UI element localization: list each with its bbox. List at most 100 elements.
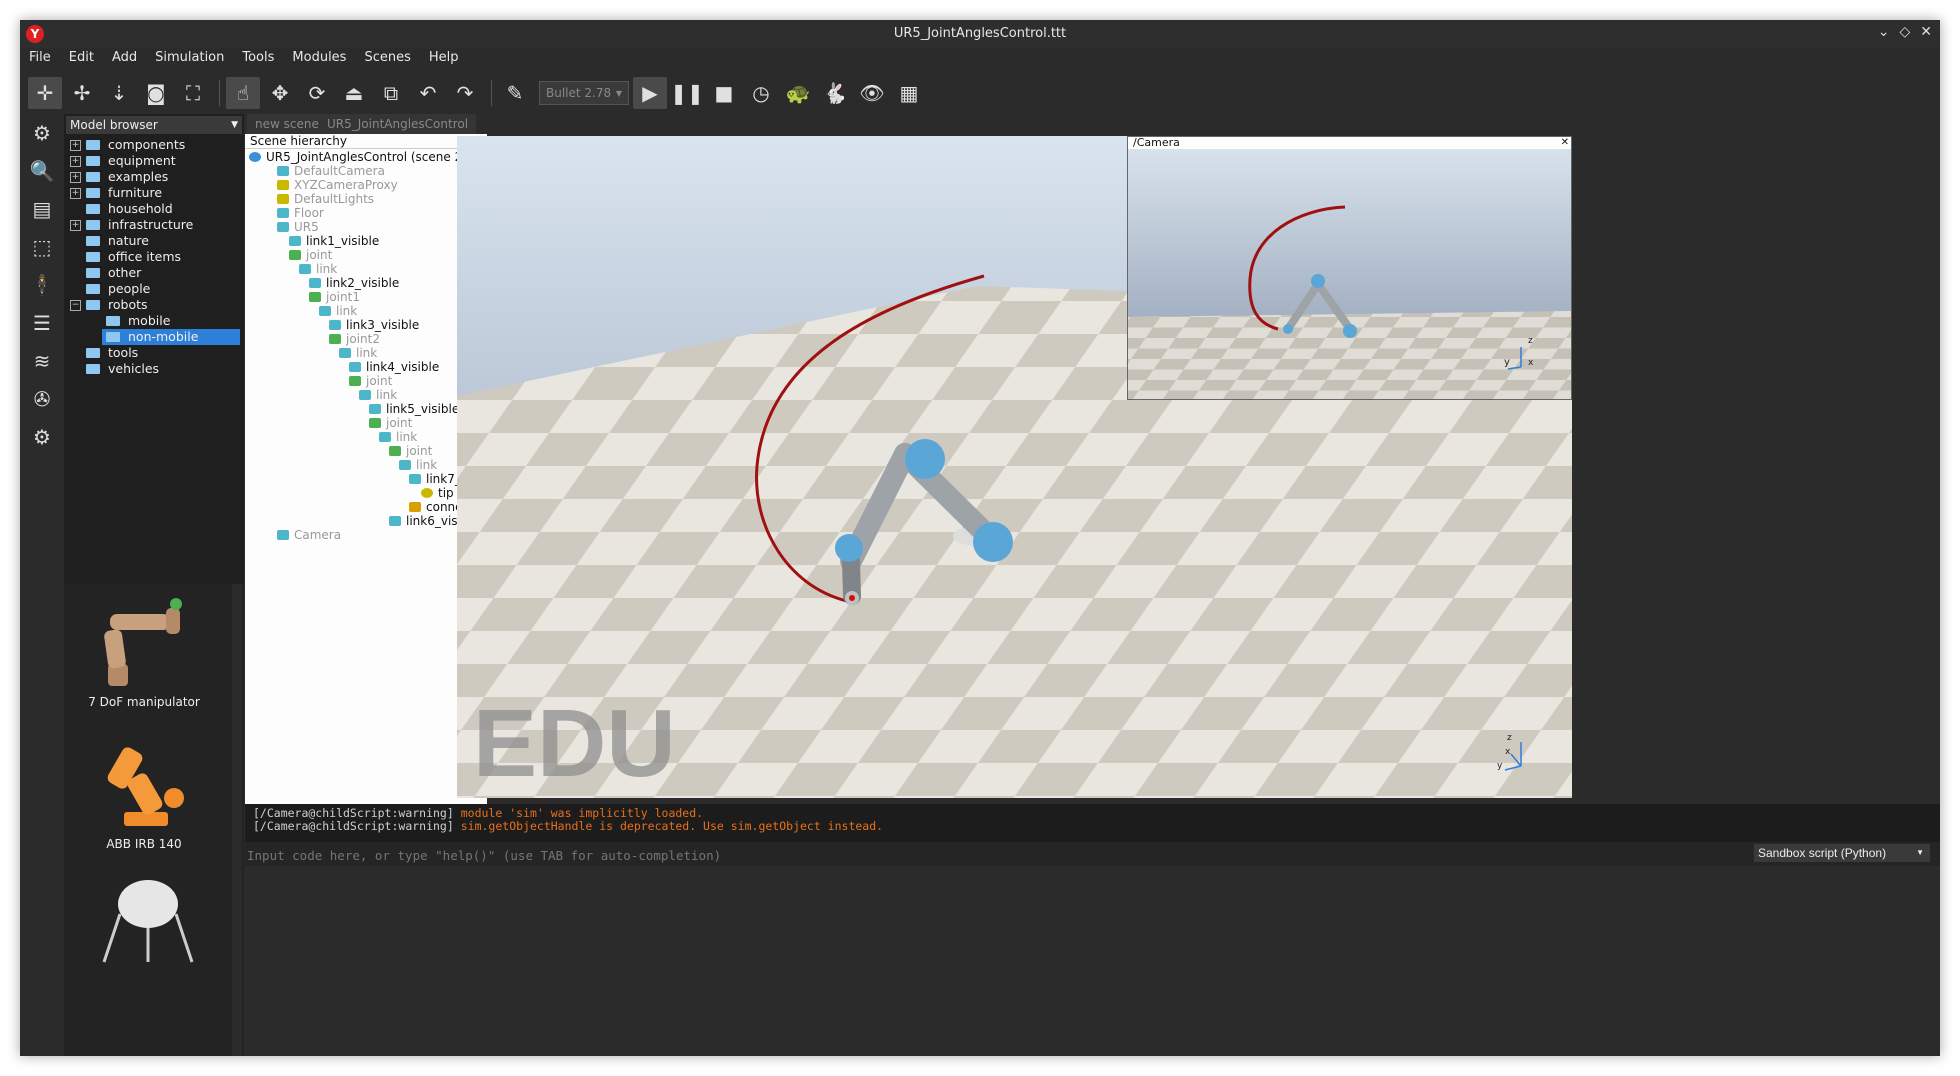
tab-ur5-scene[interactable]: UR5_JointAnglesControl (319, 114, 477, 134)
script-selector[interactable]: Sandbox script (Python) ▼ (1754, 844, 1930, 862)
hierarchy-item[interactable]: link3_visible (329, 318, 419, 332)
hierarchy-item[interactable]: DefaultLights (277, 192, 374, 206)
assemble-icon[interactable]: ⏏ (337, 77, 371, 109)
hierarchy-item[interactable]: joint (349, 374, 392, 388)
person-icon[interactable]: 🕴 (20, 266, 64, 304)
hierarchy-item[interactable]: link (339, 346, 377, 360)
menu-modules[interactable]: Modules (283, 48, 355, 70)
menu-edit[interactable]: Edit (60, 48, 103, 70)
model-browser-select[interactable]: Model browser ▼ (66, 116, 242, 134)
hierarchy-item[interactable]: Floor (277, 206, 324, 220)
zoom-icon[interactable]: 🔍 (20, 152, 64, 190)
folder-furniture[interactable]: + furniture (64, 185, 244, 201)
folder-equipment[interactable]: + equipment (64, 153, 244, 169)
folder-nature[interactable]: nature (64, 233, 244, 249)
layers-icon[interactable]: ≋ (20, 342, 64, 380)
camera-angle-icon[interactable]: ◙ (139, 77, 173, 109)
folder-people[interactable]: people (64, 281, 244, 297)
fit-to-view-icon[interactable]: ⛶ (176, 77, 210, 109)
hierarchy-item[interactable]: link5_visible (369, 402, 459, 416)
page-selector-icon[interactable]: ▦ (892, 77, 926, 109)
hierarchy-item[interactable]: link (379, 430, 417, 444)
slow-down-icon[interactable]: 🐢 (781, 77, 815, 109)
hierarchy-item[interactable]: joint2 (329, 332, 380, 346)
rotate-camera-icon[interactable]: ✢ (65, 77, 99, 109)
expand-icon[interactable]: + (70, 220, 81, 231)
folder-non-mobile[interactable]: non-mobile (64, 329, 244, 345)
close-icon[interactable]: ✕ (1561, 137, 1569, 149)
folder-tools[interactable]: tools (64, 345, 244, 361)
hierarchy-item[interactable]: joint (289, 248, 332, 262)
folder-office-items[interactable]: office items (64, 249, 244, 265)
move-camera-icon[interactable]: ✛ (28, 77, 62, 109)
scene-viewport[interactable]: EDU z y x /Camera ✕ z y x (457, 136, 1572, 798)
visualization-toggle-icon[interactable]: 👁 (855, 77, 889, 109)
menu-scenes[interactable]: Scenes (355, 48, 419, 70)
simulation-settings-icon[interactable]: ⚙ (20, 114, 64, 152)
expand-icon[interactable]: + (70, 172, 81, 183)
folder-household[interactable]: household (64, 201, 244, 217)
hierarchy-item[interactable]: joint (369, 416, 412, 430)
stop-icon[interactable]: ■ (707, 77, 741, 109)
hierarchy-item[interactable]: XYZCameraProxy (277, 178, 398, 192)
tab-new-scene[interactable]: new scene (247, 114, 327, 134)
list-icon[interactable]: ☰ (20, 304, 64, 342)
hierarchy-item[interactable]: Camera (277, 528, 341, 542)
model-thumbnail-abb[interactable]: ABB IRB 140 (64, 734, 224, 851)
hierarchy-item[interactable]: link (299, 262, 337, 276)
transfer-dna-icon[interactable]: ⧉ (374, 77, 408, 109)
menu-file[interactable]: File (20, 48, 60, 70)
pause-icon[interactable]: ❚❚ (670, 77, 704, 109)
hierarchy-item[interactable]: link4_visible (349, 360, 439, 374)
folder-vehicles[interactable]: vehicles (64, 361, 244, 377)
model-thumbnail-7dof[interactable]: 7 DoF manipulator (64, 592, 224, 709)
hierarchy-item[interactable]: DefaultCamera (277, 164, 385, 178)
hierarchy-root[interactable]: UR5_JointAnglesControl (scene 2) (249, 150, 467, 164)
box-icon[interactable]: ⬚ (20, 228, 64, 266)
folder-infrastructure[interactable]: + infrastructure (64, 217, 244, 233)
hierarchy-item[interactable]: link (359, 388, 397, 402)
click-select-icon[interactable]: ☝ (226, 77, 260, 109)
model-thumbnail-delta[interactable] (64, 874, 224, 967)
expand-icon[interactable]: + (70, 140, 81, 151)
command-input[interactable] (245, 844, 1649, 866)
speed-up-icon[interactable]: 🐇 (818, 77, 852, 109)
hierarchy-item[interactable]: tip (421, 486, 454, 500)
hierarchy-item[interactable]: link (319, 304, 357, 318)
shift-camera-icon[interactable]: ⇣ (102, 77, 136, 109)
close-icon[interactable]: ✕ (1920, 24, 1932, 40)
thumbnail-scrollbar[interactable] (232, 584, 242, 1056)
object-rotate-icon[interactable]: ⟳ (300, 77, 334, 109)
hierarchy-item[interactable]: joint (389, 444, 432, 458)
folder-robots[interactable]: − robots (64, 297, 244, 313)
folder-mobile[interactable]: mobile (64, 313, 244, 329)
collapse-icon[interactable]: − (70, 300, 81, 311)
folder-components[interactable]: + components (64, 137, 244, 153)
gears-icon[interactable]: ⚙ (20, 418, 64, 456)
folder-examples[interactable]: + examples (64, 169, 244, 185)
undo-icon[interactable]: ↶ (411, 77, 445, 109)
object-shift-icon[interactable]: ✥ (263, 77, 297, 109)
floating-camera-view[interactable]: /Camera ✕ z y x (1127, 136, 1572, 400)
redo-icon[interactable]: ↷ (448, 77, 482, 109)
hierarchy-item[interactable]: link2_visible (309, 276, 399, 290)
folder-other[interactable]: other (64, 265, 244, 281)
hierarchy-item[interactable]: UR5 (277, 220, 319, 234)
film-icon[interactable]: ✇ (20, 380, 64, 418)
expand-icon[interactable]: + (70, 156, 81, 167)
hierarchy-item[interactable]: joint1 (309, 290, 360, 304)
menu-add[interactable]: Add (103, 48, 146, 70)
realtime-icon[interactable]: ◷ (744, 77, 778, 109)
hierarchy-item[interactable]: link (399, 458, 437, 472)
minimize-icon[interactable]: ⌄ (1878, 24, 1890, 40)
menu-help[interactable]: Help (420, 48, 468, 70)
hierarchy-item[interactable]: link1_visible (289, 234, 379, 248)
maximize-icon[interactable]: ◇ (1899, 24, 1910, 40)
play-icon[interactable]: ▶ (633, 77, 667, 109)
menu-tools[interactable]: Tools (233, 48, 283, 70)
simulation-settings-icon[interactable]: ✎ (498, 77, 532, 109)
physics-engine-select[interactable]: Bullet 2.78 ▼ (539, 81, 629, 105)
menu-simulation[interactable]: Simulation (146, 48, 233, 70)
document-icon[interactable]: ▤ (20, 190, 64, 228)
expand-icon[interactable]: + (70, 188, 81, 199)
